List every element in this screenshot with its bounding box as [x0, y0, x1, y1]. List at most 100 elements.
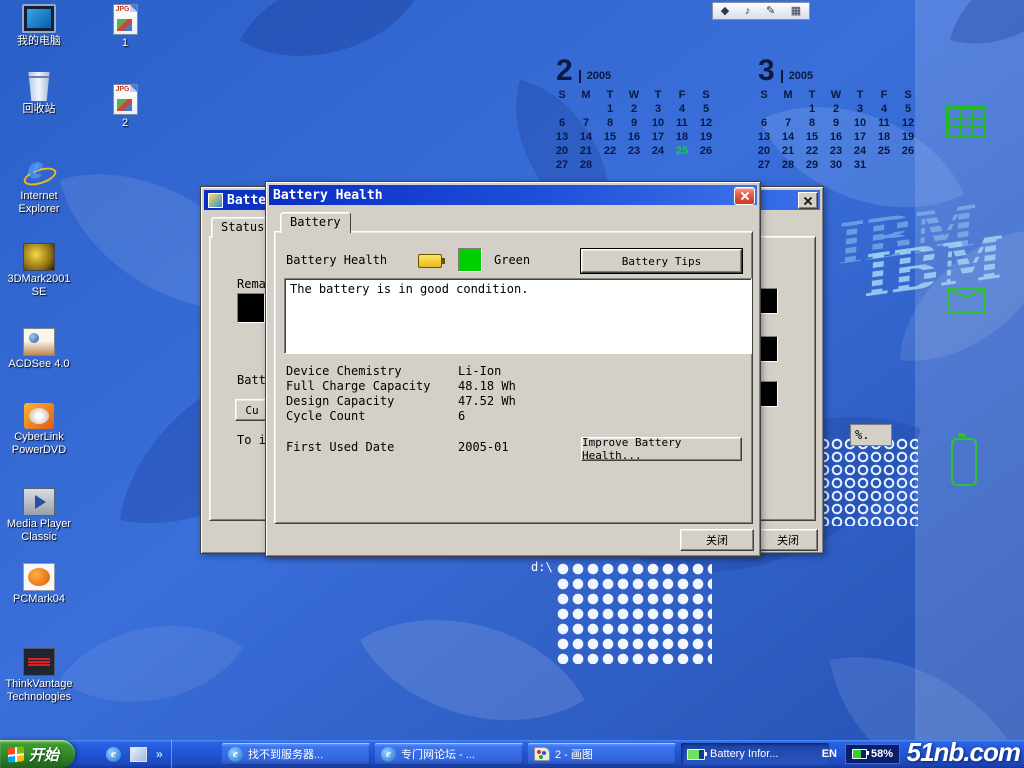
desktop-icon-recycle-bin[interactable]: 回收站	[2, 72, 76, 116]
battery-health-titlebar[interactable]: Battery Health	[269, 185, 757, 205]
pen-icon[interactable]: ✎	[766, 4, 775, 18]
window-title: Battery Health	[273, 188, 383, 203]
desktop-icon-label: 3DMark2001 SE	[3, 273, 75, 298]
calendar-date: 12	[694, 116, 718, 130]
desktop-file-1[interactable]: JPG 1	[88, 4, 162, 50]
calendar-date: 2	[824, 102, 848, 116]
calendar-date: 31	[848, 158, 872, 172]
calendar-grid: SMTWTFS123456789101112131415161718192021…	[752, 88, 924, 172]
calendar-date: 18	[670, 130, 694, 144]
ie-quicklaunch-icon[interactable]	[106, 747, 121, 762]
input-indicator-icon[interactable]: ◆	[721, 4, 729, 18]
dot-pattern-filled	[556, 562, 712, 664]
battery-icon	[687, 749, 705, 760]
ie-icon	[381, 747, 396, 762]
battery-tips-button[interactable]: Battery Tips	[581, 249, 742, 273]
improve-battery-health-button[interactable]: Improve Battery Health...	[581, 437, 742, 461]
field-label: Device Chemistry	[286, 364, 458, 379]
file-type-label: JPG	[116, 6, 130, 13]
taskbar-task-battery[interactable]: Battery Infor...	[681, 743, 829, 765]
desktop-icon-label: ThinkVantage Technologies	[3, 678, 75, 703]
calendar-date: 9	[622, 116, 646, 130]
start-button[interactable]: 开始	[0, 740, 75, 768]
calendar-date: 18	[872, 130, 896, 144]
battery-percent: 58%	[871, 748, 893, 760]
calendar-date: 6	[550, 116, 574, 130]
show-desktop-icon[interactable]	[130, 747, 147, 762]
desktop-icon-powerdvd[interactable]: CyberLink PowerDVD	[2, 403, 76, 456]
battery-fields: Device ChemistryLi-IonFull Charge Capaci…	[286, 364, 516, 424]
condition-textbox[interactable]: The battery is in good condition.	[284, 278, 752, 354]
close-button[interactable]	[798, 192, 818, 209]
field-row: Device ChemistryLi-Ion	[286, 364, 516, 379]
start-label: 开始	[29, 744, 59, 765]
calendar-date	[550, 102, 574, 116]
ibm-logo: IBM IBM	[828, 180, 1024, 329]
calendar-date: 5	[694, 102, 718, 116]
desktop-icon-label: CyberLink PowerDVD	[3, 431, 75, 456]
calendar-date: 24	[848, 144, 872, 158]
ime-bar: ◆ ♪ ✎ ▦	[712, 2, 810, 20]
calendar-date: 13	[752, 130, 776, 144]
system-tray: EN 58%	[816, 740, 906, 768]
calendar-date	[598, 158, 622, 172]
taskbar-task-paint[interactable]: 2 - 画图	[528, 743, 676, 765]
desktop-icon-pcmark04[interactable]: PCMark04	[2, 563, 76, 606]
field-row: Cycle Count6	[286, 409, 516, 424]
close-button[interactable]	[734, 187, 755, 205]
desktop-icon-acdsee[interactable]: ACDSee 4.0	[2, 328, 76, 371]
desktop-icon-internet-explorer[interactable]: Internet Explorer	[2, 158, 76, 215]
battery-indicator[interactable]: 58%	[845, 744, 900, 764]
desktop-file-2[interactable]: JPG2	[88, 84, 162, 130]
calendar-date: 9	[824, 116, 848, 130]
desktop-icon-3dmark2001-se[interactable]: 3DMark2001 SE	[2, 243, 76, 298]
calendar-date: 28	[574, 158, 598, 172]
field-value: 6	[458, 409, 465, 424]
calendar-date: 19	[896, 130, 920, 144]
background-window-sliver: %.	[850, 424, 892, 446]
calendar-day-header: F	[872, 88, 896, 102]
language-indicator[interactable]: EN	[822, 748, 837, 760]
close-button-health[interactable]: 关闭	[680, 529, 754, 551]
desktop-icon-media-player-classic[interactable]: Media Player Classic	[2, 488, 76, 543]
quick-launch: »	[98, 740, 172, 768]
calendar-year: 2005	[579, 70, 611, 83]
calendar-date: 25	[872, 144, 896, 158]
calendar-day-header: S	[896, 88, 920, 102]
sound-icon[interactable]: ♪	[745, 4, 751, 18]
taskbar-task-ie[interactable]: 找不到服务器...	[222, 743, 370, 765]
calendar-date: 25	[670, 144, 694, 158]
calendar-day-header: T	[800, 88, 824, 102]
desktop-icon-thinkvantage[interactable]: ThinkVantage Technologies	[2, 648, 76, 703]
file-name-label: 1	[122, 37, 128, 50]
field-label: First Used Date	[286, 440, 458, 455]
calendar-date: 22	[598, 144, 622, 158]
calendar-date	[694, 158, 718, 172]
desktop-icon-label: PCMark04	[13, 593, 65, 606]
thinkvantage-icon	[23, 648, 55, 676]
calendar-date: 11	[670, 116, 694, 130]
tab-battery[interactable]: Battery	[280, 212, 351, 233]
calendar-date	[646, 158, 670, 172]
calendar-date: 27	[550, 158, 574, 172]
calendar-date: 21	[574, 144, 598, 158]
calendar-day-header: M	[574, 88, 598, 102]
taskbar-task-ie[interactable]: 专门网论坛 - ...	[375, 743, 523, 765]
calendar-date: 22	[800, 144, 824, 158]
calendar-date	[622, 158, 646, 172]
calendar-date: 2	[622, 102, 646, 116]
close-button-info[interactable]: 关闭	[758, 529, 818, 551]
field-row: Design Capacity47.52 Wh	[286, 394, 516, 409]
keyboard-icon[interactable]: ▦	[791, 4, 801, 18]
desktop-icon-label: 我的电脑	[17, 35, 61, 48]
my-computer-icon	[22, 4, 56, 33]
calendar-date: 6	[752, 116, 776, 130]
windows-flag-icon	[8, 746, 24, 763]
file-name-label: 2	[122, 117, 128, 130]
health-status-swatch	[458, 248, 482, 272]
calendar-date: 24	[646, 144, 670, 158]
desktop-icon-my-computer[interactable]: 我的电脑	[2, 4, 76, 48]
chevron-icon[interactable]: »	[156, 747, 163, 761]
current-button[interactable]: Cu	[235, 399, 269, 421]
calendar-day-header: T	[848, 88, 872, 102]
